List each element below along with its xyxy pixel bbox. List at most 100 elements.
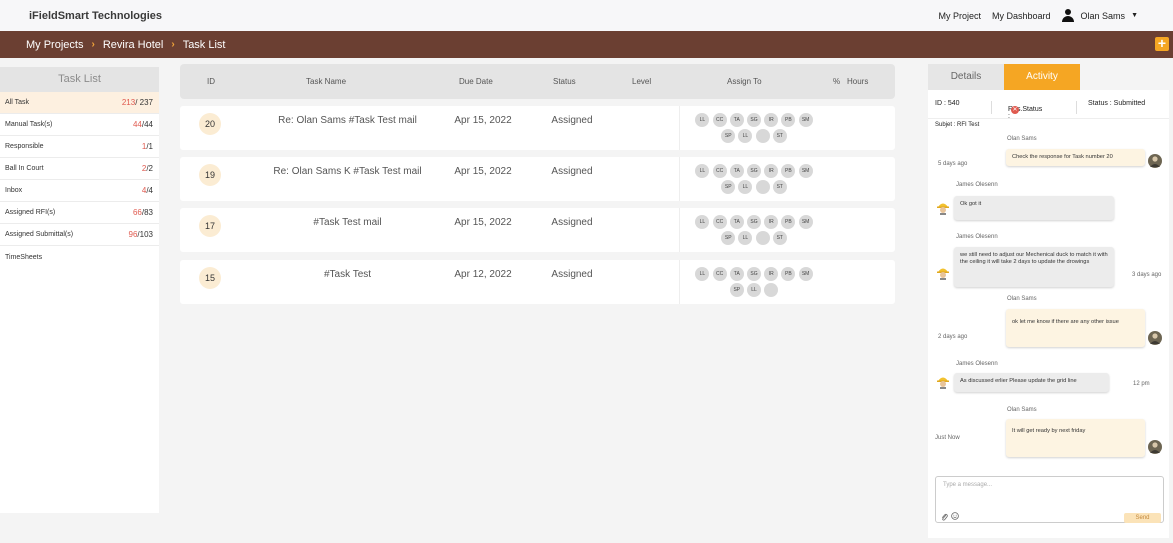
assignee-avatar[interactable]: PB	[781, 215, 796, 229]
worker-avatar-icon	[936, 201, 950, 215]
task-name[interactable]: Re: Olan Sams K #Task Test mail	[240, 166, 455, 177]
col-header-id[interactable]: ID	[207, 77, 215, 86]
assignee-avatar[interactable]: SG	[747, 113, 761, 127]
task-due-date: Apr 15, 2022	[454, 166, 512, 177]
assignee-avatar[interactable]	[755, 180, 770, 194]
brand-logo-text[interactable]: iFieldSmart Technologies	[29, 10, 162, 22]
paperclip-icon[interactable]	[941, 513, 948, 523]
assignee-avatar[interactable]: PB	[781, 267, 796, 281]
sidebar-item-manual-tasks[interactable]: Manual Task(s) 44/44	[0, 114, 159, 136]
worker-avatar-icon	[936, 266, 950, 280]
breadcrumb-separator-icon: ›	[91, 39, 95, 50]
assignee-avatar[interactable]: TA	[729, 113, 744, 127]
assignee-avatar[interactable]	[764, 283, 779, 297]
assignee-avatar[interactable]: SM	[798, 164, 813, 178]
table-row[interactable]: 17 #Task Test mail Apr 15, 2022 Assigned…	[180, 208, 895, 252]
assignee-avatar[interactable]: SG	[747, 215, 761, 229]
col-header-assign-to[interactable]: Assign To	[727, 77, 762, 86]
user-icon	[1061, 9, 1074, 22]
sidebar-item-assigned-submittals[interactable]: Assigned Submittal(s) 96/103	[0, 224, 159, 246]
col-header-status[interactable]: Status	[553, 77, 576, 86]
assignee-avatar[interactable]: LL	[747, 283, 761, 297]
column-divider	[679, 157, 680, 201]
sidebar-item-count: 66/83	[132, 208, 153, 217]
assignee-avatar[interactable]: LL	[738, 129, 753, 143]
assignee-avatar[interactable]: ST	[772, 129, 787, 143]
sidebar-item-all-task[interactable]: All Task 213/ 237	[0, 92, 159, 114]
col-header-task-name[interactable]: Task Name	[306, 77, 346, 86]
chevron-down-icon[interactable]: ▼	[1131, 12, 1138, 19]
task-name[interactable]: #Task Test	[240, 269, 455, 280]
assignee-avatar[interactable]: CC	[712, 113, 727, 127]
assignee-avatar[interactable]: IR	[764, 164, 779, 178]
send-button[interactable]: Send	[1124, 513, 1161, 523]
breadcrumb-revira-hotel[interactable]: Revira Hotel	[103, 39, 164, 51]
assignee-avatar[interactable]: LL	[738, 180, 753, 194]
col-header-level[interactable]: Level	[632, 77, 651, 86]
assignee-avatar[interactable]: ST	[772, 180, 787, 194]
assignee-avatar[interactable]: TA	[729, 164, 744, 178]
assignee-avatar[interactable]: IR	[764, 113, 779, 127]
tab-activity[interactable]: Activity	[1004, 64, 1080, 90]
assignee-avatar[interactable]	[755, 129, 770, 143]
assignee-avatar[interactable]: LL	[695, 267, 710, 281]
assignee-avatar[interactable]: PB	[781, 164, 796, 178]
message-input[interactable]: Type a message... Send	[935, 476, 1164, 523]
message-time: 3 days ago	[1132, 272, 1162, 278]
sidebar-item-label: Inbox	[5, 187, 23, 194]
user-avatar-icon	[1148, 440, 1162, 454]
sidebar-item-responsible[interactable]: Responsible 1/1	[0, 136, 159, 158]
assignee-avatar[interactable]: SM	[798, 113, 813, 127]
assignee-avatar[interactable]	[755, 231, 770, 245]
assignee-avatar[interactable]: IR	[764, 215, 779, 229]
assignee-avatar[interactable]: SP	[721, 129, 736, 143]
assignee-avatar[interactable]: LL	[695, 215, 710, 229]
rfi-id: ID : 540	[935, 100, 960, 107]
sidebar-title: Task List	[0, 67, 159, 92]
breadcrumb-my-projects[interactable]: My Projects	[26, 39, 83, 51]
assignee-avatar[interactable]: CC	[712, 215, 727, 229]
col-header-percent[interactable]: %	[833, 77, 840, 86]
assignee-avatar[interactable]: SP	[721, 180, 736, 194]
sidebar-item-label: Assigned Submittal(s)	[5, 231, 74, 238]
assignee-avatar[interactable]: TA	[729, 215, 744, 229]
table-row[interactable]: 19 Re: Olan Sams K #Task Test mail Apr 1…	[180, 157, 895, 201]
assignee-avatar[interactable]: TA	[729, 267, 744, 281]
assignee-avatar[interactable]: SP	[729, 283, 744, 297]
my-dashboard-link[interactable]: My Dashboard	[992, 11, 1051, 21]
assignee-avatar[interactable]: SM	[798, 267, 813, 281]
sidebar-item-timesheets[interactable]: TimeSheets	[0, 246, 159, 268]
assignee-avatar[interactable]: LL	[695, 164, 710, 178]
sidebar-item-assigned-rfis[interactable]: Assigned RFI(s) 66/83	[0, 202, 159, 224]
add-button[interactable]: +	[1155, 36, 1169, 51]
assignee-avatar[interactable]: LL	[738, 231, 753, 245]
emoji-icon[interactable]	[951, 512, 959, 522]
assignee-avatar[interactable]: ST	[772, 231, 787, 245]
col-header-hours[interactable]: Hours	[847, 77, 868, 86]
tab-details[interactable]: Details	[928, 64, 1004, 90]
assignee-avatar[interactable]: PB	[781, 113, 796, 127]
task-name[interactable]: Re: Olan Sams #Task Test mail	[240, 115, 455, 126]
close-icon[interactable]: ✕	[1011, 106, 1019, 114]
assignee-avatar[interactable]: SP	[721, 231, 736, 245]
assignee-avatar[interactable]: IR	[764, 267, 779, 281]
assignee-avatar[interactable]: SG	[747, 164, 761, 178]
assignee-avatar[interactable]: SG	[747, 267, 761, 281]
message-sender: James Olesenn	[956, 182, 998, 188]
assignee-avatar[interactable]: LL	[695, 113, 710, 127]
sidebar-item-ball-in-court[interactable]: Ball In Court 2/2	[0, 158, 159, 180]
message-bubble: we still need to adjust our Mechenical d…	[954, 247, 1114, 287]
my-project-link[interactable]: My Project	[938, 11, 981, 21]
sidebar-item-label: Manual Task(s)	[5, 121, 53, 128]
sidebar-item-inbox[interactable]: Inbox 4/4	[0, 180, 159, 202]
assignee-avatar[interactable]: CC	[712, 267, 727, 281]
assignee-avatar[interactable]: SM	[798, 215, 813, 229]
col-header-due-date[interactable]: Due Date	[459, 77, 493, 86]
table-row[interactable]: 20 Re: Olan Sams #Task Test mail Apr 15,…	[180, 106, 895, 150]
table-row[interactable]: 15 #Task Test Apr 12, 2022 Assigned LL CC…	[180, 260, 895, 304]
task-name[interactable]: #Task Test mail	[240, 217, 455, 228]
assignee-avatar[interactable]: CC	[712, 164, 727, 178]
divider	[1076, 101, 1077, 114]
user-name[interactable]: Olan Sams	[1081, 11, 1126, 21]
sidebar-item-label: Assigned RFI(s)	[5, 209, 56, 216]
